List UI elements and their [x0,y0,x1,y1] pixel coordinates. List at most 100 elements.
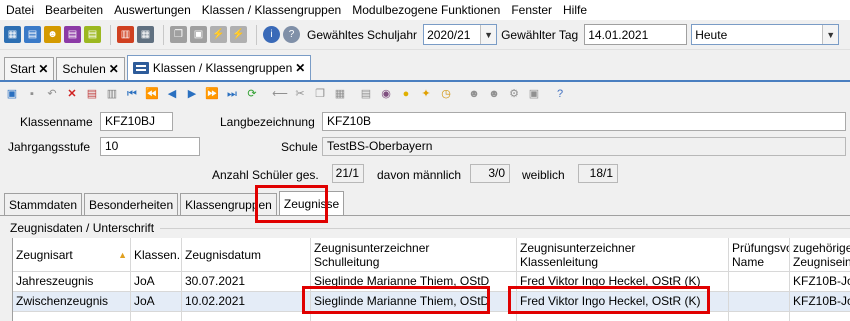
close-icon[interactable]: ✕ [295,61,305,75]
arrow-left-icon[interactable]: ⟵ [272,86,288,102]
jahrgangsstufe-field[interactable]: 10 [100,137,200,156]
cell-klassenleitung[interactable]: Fred Viktor Ingo Heckel, OStR (K) [517,272,729,292]
heute-value: Heute [695,27,728,42]
menu-hilfe[interactable]: Hilfe [559,0,594,20]
students-icon[interactable]: ▦ [4,26,21,43]
help-icon[interactable]: ? [283,26,300,43]
lightning-icon[interactable]: ⚡ [210,26,227,43]
previous-page-icon[interactable]: ⏪ [144,86,160,102]
user-group-icon[interactable]: ☻ [486,86,502,102]
cell-schulleitung[interactable]: Sieglinde Marianne Thiem, OStD [311,272,517,292]
cell-zeugniseinstellung[interactable]: KFZ10B-JoA [790,272,850,292]
column-header-zeugnisart[interactable]: Zeugnisart ▲ [13,238,131,272]
menu-auswertungen[interactable]: Auswertungen [110,0,198,20]
book-icon[interactable]: ▥ [117,26,134,43]
schuljahr-select[interactable]: 2020/21 ▼ [423,24,498,45]
wizard-icon[interactable]: ✦ [418,86,434,102]
chevron-down-icon[interactable]: ▼ [480,25,497,44]
lightning-alt-icon[interactable]: ⚡ [230,26,247,43]
section-divider [160,227,850,229]
heute-select[interactable]: Heute ▼ [691,24,840,45]
weiblich-value: 18/1 [578,164,618,183]
next-page-icon[interactable]: ⏩ [204,86,220,102]
courses-icon[interactable]: ▤ [64,26,81,43]
settings-icon[interactable]: ⚙ [506,86,522,102]
menu-modulbezogene-funktionen[interactable]: Modulbezogene Funktionen [348,0,507,20]
clock-icon[interactable]: ◷ [438,86,454,102]
help-icon[interactable]: ? [552,86,568,102]
tab-klassen[interactable]: Klassen / Klassengruppen ✕ [126,55,312,80]
view-icon[interactable]: ◉ [378,86,394,102]
cell-zeugnisart[interactable]: Jahreszeugnis [13,272,131,292]
users-icon[interactable]: ☻ [466,86,482,102]
teachers-icon[interactable]: ☻ [44,26,61,43]
last-record-icon[interactable]: ⏭ [224,86,240,102]
table-row[interactable]: Jahreszeugnis JoA 30.07.2021 Sieglinde M… [13,272,850,292]
info-icon[interactable]: i [263,26,280,43]
maennlich-value: 3/0 [470,164,510,183]
cell-zeugnisdatum[interactable]: 10.02.2021 [182,292,311,312]
langbezeichnung-field[interactable]: KFZ10B [322,112,846,131]
copy-icon[interactable]: ❐ [312,86,328,102]
menu-klassen[interactable]: Klassen / Klassengruppen [198,0,348,20]
tab-klassengruppen[interactable]: Klassengruppen [180,193,277,215]
module-icon[interactable]: ▣ [190,26,207,43]
column-header-klassenleitung-sign[interactable]: Zeugnisunterzeichner Klassenleitung [517,238,729,272]
cell-klasse[interactable]: JoA [131,292,182,312]
cell-zeugnisart[interactable]: Zwischenzeugnis [13,292,131,312]
printer-icon[interactable]: ▦ [137,26,154,43]
undo-icon[interactable]: ↶ [44,86,60,102]
cell-empty [311,312,517,321]
form-icon[interactable]: ▤ [84,86,100,102]
toolbar-separator [110,24,111,45]
main-toolbar: ▦ ▤ ☻ ▤ ▤ ▥ ▦ ❐ ▣ ⚡ ⚡ i ? Gewähltes Schu… [0,20,850,50]
copy-icon[interactable]: ❐ [170,26,187,43]
cell-pruefungsvorsitz[interactable] [729,292,790,312]
paste-icon[interactable]: ▦ [332,86,348,102]
tab-zeugnisse[interactable]: Zeugnisse [278,191,345,215]
subjects-icon[interactable]: ▤ [84,26,101,43]
menu-fenster[interactable]: Fenster [507,0,559,20]
column-header-klassenleitung[interactable]: Klassen... [131,238,182,272]
tag-field[interactable]: 14.01.2021 [584,24,688,45]
document-icon[interactable]: ▤ [358,86,374,102]
table-row-empty [13,312,850,321]
schule-label: Schule [281,140,318,154]
klassenname-label: Klassenname [20,115,93,129]
tab-schulen[interactable]: Schulen ✕ [56,57,125,80]
class-icon[interactable]: ▤ [24,26,41,43]
tab-stammdaten[interactable]: Stammdaten [4,193,83,215]
refresh-icon[interactable]: ⟳ [244,86,260,102]
save-icon[interactable]: ▪ [24,86,40,102]
menu-bar: Datei Bearbeiten Auswertungen Klassen / … [0,0,850,20]
table-row-selected[interactable]: Zwischenzeugnis JoA 10.02.2021 Sieglinde… [13,292,850,312]
cell-zeugniseinstellung[interactable]: KFZ10B-JoA [790,292,850,312]
new-record-icon[interactable]: ▣ [4,86,20,102]
schuljahr-label: Gewähltes Schuljahr [307,27,418,42]
klassenname-field[interactable]: KFZ10BJ [100,112,173,131]
column-header-pruefungsvorsitz[interactable]: Prüfungsvor Name [729,238,790,272]
cell-klasse[interactable]: JoA [131,272,182,292]
scissors-icon[interactable]: ✂ [292,86,308,102]
column-header-zeugnisdatum[interactable]: Zeugnisdatum [182,238,311,272]
cell-schulleitung[interactable]: Sieglinde Marianne Thiem, OStD [311,292,517,312]
cell-klassenleitung[interactable]: Fred Viktor Ingo Heckel, OStR (K) [517,292,729,312]
next-record-icon[interactable]: ▶ [184,86,200,102]
menu-bearbeiten[interactable]: Bearbeiten [41,0,110,20]
cell-zeugnisdatum[interactable]: 30.07.2021 [182,272,311,292]
delete-icon[interactable]: ✕ [64,86,80,102]
close-icon[interactable]: ✕ [109,62,119,76]
previous-record-icon[interactable]: ◀ [164,86,180,102]
menu-datei[interactable]: Datei [2,0,41,20]
tab-start[interactable]: Start ✕ [4,57,55,80]
first-record-icon[interactable]: ⏮ [124,86,140,102]
info-gray-icon[interactable]: ▣ [526,86,542,102]
tab-besonderheiten[interactable]: Besonderheiten [84,193,179,215]
column-header-schulleitung[interactable]: Zeugnisunterzeichner Schulleitung [311,238,517,272]
column-header-zeugniseinstellung[interactable]: zugehörige Zeugnisein [790,238,850,272]
cell-pruefungsvorsitz[interactable] [729,272,790,292]
close-icon[interactable]: ✕ [38,62,48,76]
chevron-down-icon[interactable]: ▼ [822,25,839,44]
lightbulb-icon[interactable]: ● [398,86,414,102]
list-icon[interactable]: ▥ [104,86,120,102]
